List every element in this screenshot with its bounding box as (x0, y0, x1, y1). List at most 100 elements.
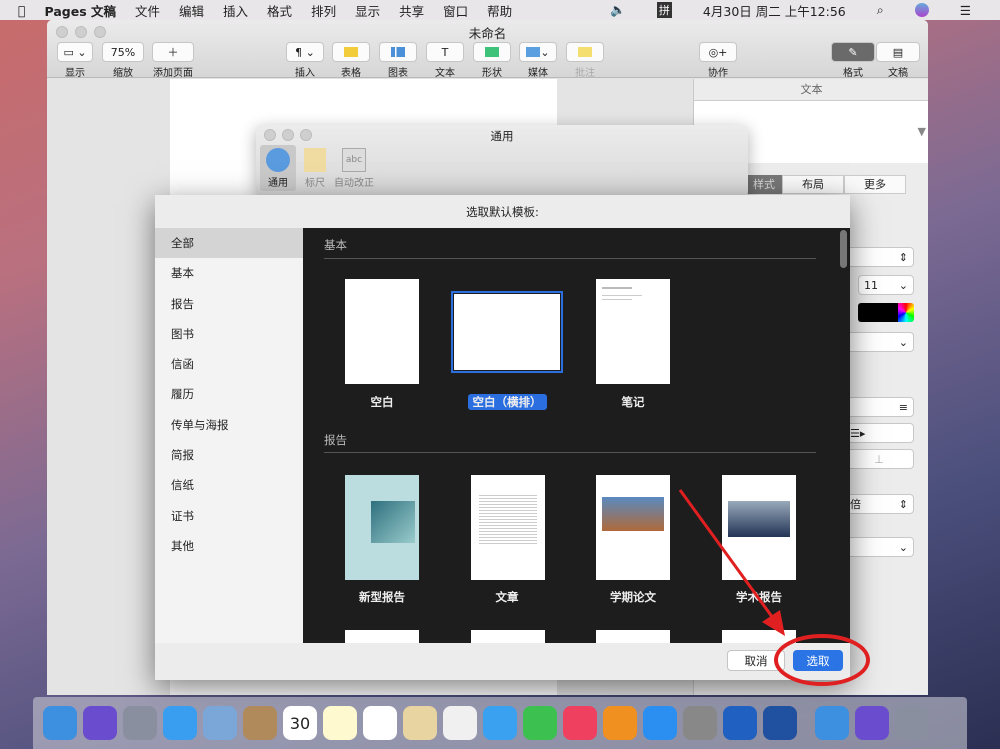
document-button[interactable]: ▤ 文稿 (876, 42, 920, 79)
shape-button[interactable]: 形状 (473, 42, 511, 79)
spacing-menu[interactable]: ⌄ (844, 537, 914, 557)
notification-center-icon[interactable]: ☰ (960, 3, 971, 18)
category-list: 全部 基本 报告 图书 信函 履历 传单与海报 简报 信纸 证书 其他 (155, 228, 303, 643)
template-note[interactable] (596, 279, 670, 384)
tab-layout[interactable]: 布局 (782, 175, 844, 194)
dock-icon-1[interactable] (83, 706, 117, 740)
menu-file[interactable]: 文件 (135, 1, 160, 20)
menu-help[interactable]: 帮助 (487, 1, 512, 20)
menu-app[interactable]: Pages 文稿 (45, 1, 116, 20)
prefs-tab-autocorrect[interactable]: abc 自动改正 (332, 145, 376, 191)
prefs-tab-general[interactable]: 通用 (260, 145, 296, 191)
tab-style[interactable]: 样式 (746, 175, 782, 194)
dock-icon-20[interactable] (855, 706, 889, 740)
media-button[interactable]: ⌄ 媒体 (519, 42, 557, 79)
template-thumb[interactable] (596, 630, 670, 643)
dock-icon-8[interactable] (363, 706, 397, 740)
template-academic-report[interactable] (722, 475, 796, 580)
category-item[interactable]: 报告 (155, 289, 303, 319)
dock-icon-9[interactable] (403, 706, 437, 740)
apple-menu-icon[interactable]:  (18, 3, 26, 18)
template-blank[interactable] (345, 279, 419, 384)
menu-format[interactable]: 格式 (267, 1, 292, 20)
menu-edit[interactable]: 编辑 (179, 1, 204, 20)
dock-icon-14[interactable] (603, 706, 637, 740)
volume-icon[interactable]: 🔈 (610, 2, 626, 18)
dock-icon-0[interactable] (43, 706, 77, 740)
category-item[interactable]: 简报 (155, 440, 303, 470)
add-page-button[interactable]: ＋添加页面 (152, 42, 194, 79)
view-button[interactable]: ▭ ⌄ 显示 (57, 42, 93, 79)
table-button[interactable]: 表格 (332, 42, 370, 79)
chevron-down-icon: ⌄ (898, 540, 908, 554)
category-item[interactable]: 信函 (155, 349, 303, 379)
dock-icon-5[interactable] (243, 706, 277, 740)
category-item[interactable]: 信纸 (155, 470, 303, 500)
text-icon: T (426, 42, 464, 62)
category-item[interactable]: 履历 (155, 379, 303, 409)
tab-more[interactable]: 更多 (844, 175, 906, 194)
dock-icon-3[interactable] (163, 706, 197, 740)
template-thumb[interactable] (722, 630, 796, 643)
format-button[interactable]: ✎ 格式 (831, 42, 875, 79)
dock-icon-10[interactable] (443, 706, 477, 740)
indent-button[interactable]: ☰▸ (844, 423, 914, 443)
dock-icon-15[interactable] (643, 706, 677, 740)
template-essay[interactable] (471, 475, 545, 580)
spotlight-icon[interactable]: ⌕ (877, 2, 884, 18)
general-icon (266, 148, 290, 172)
category-item[interactable]: 全部 (155, 228, 303, 259)
font-selector[interactable]: ⇕ (844, 247, 914, 267)
menu-insert[interactable]: 插入 (223, 1, 248, 20)
color-wheel-icon[interactable] (898, 303, 914, 322)
dock-icon-16[interactable] (683, 706, 717, 740)
category-item[interactable]: 证书 (155, 501, 303, 531)
dock-icon-17[interactable] (723, 706, 757, 740)
cancel-button[interactable]: 取消 (727, 650, 785, 671)
insert-button[interactable]: ¶ ⌄ 插入 (286, 42, 324, 79)
abc-icon: abc (342, 148, 366, 172)
menu-arrange[interactable]: 排列 (311, 1, 336, 20)
menu-window[interactable]: 窗口 (443, 1, 468, 20)
template-blank-landscape[interactable] (451, 291, 563, 373)
dock-icon-19[interactable] (815, 706, 849, 740)
comment-button[interactable]: 批注 (566, 42, 604, 79)
character-style-menu[interactable]: ⌄ (844, 332, 914, 352)
input-method[interactable]: 拼 (656, 2, 672, 18)
dock-icon-2[interactable] (123, 706, 157, 740)
category-item[interactable]: 基本 (155, 258, 303, 288)
dock-icon-13[interactable] (563, 706, 597, 740)
collaborate-button[interactable]: ◎+ 协作 (699, 42, 737, 79)
dock-icon-7[interactable] (323, 706, 357, 740)
template-label: 学期论文 (610, 590, 656, 604)
dock-icon-4[interactable] (203, 706, 237, 740)
template-term-paper[interactable] (596, 475, 670, 580)
category-item[interactable]: 其他 (155, 531, 303, 561)
text-button[interactable]: T 文本 (426, 42, 464, 79)
dock-icon-18[interactable] (763, 706, 797, 740)
align-justify-button[interactable]: ≡ (844, 397, 914, 417)
dock-icon-21[interactable] (895, 706, 929, 740)
chart-button[interactable]: 图表 (379, 42, 417, 79)
menu-view[interactable]: 显示 (355, 1, 380, 20)
line-spacing-field[interactable]: 倍 ⇕ (844, 494, 914, 514)
dock-icon-6[interactable]: 30 (283, 706, 317, 740)
template-thumb[interactable] (345, 630, 419, 643)
category-item[interactable]: 图书 (155, 319, 303, 349)
siri-icon[interactable] (914, 3, 929, 17)
scrollbar[interactable] (840, 230, 847, 268)
menu-share[interactable]: 共享 (399, 1, 424, 20)
template-thumb[interactable] (471, 630, 545, 643)
template-modern-report[interactable] (345, 475, 419, 580)
template-label: 学术报告 (736, 590, 782, 604)
font-size-field[interactable]: 11 ⌄ (858, 275, 914, 295)
category-item[interactable]: 传单与海报 (155, 410, 303, 440)
dock-icon-12[interactable] (523, 706, 557, 740)
zoom-menu[interactable]: 75% 缩放 (102, 42, 144, 79)
prefs-tab-rulers[interactable]: 标尺 (298, 145, 332, 191)
choose-button[interactable]: 选取 (793, 650, 843, 671)
text-color-well[interactable] (858, 303, 898, 322)
dock-icon-11[interactable] (483, 706, 517, 740)
vertical-align-button[interactable]: ⊥ (844, 449, 914, 469)
clock[interactable]: 4月30日 周二 上午12:56 (703, 1, 846, 20)
